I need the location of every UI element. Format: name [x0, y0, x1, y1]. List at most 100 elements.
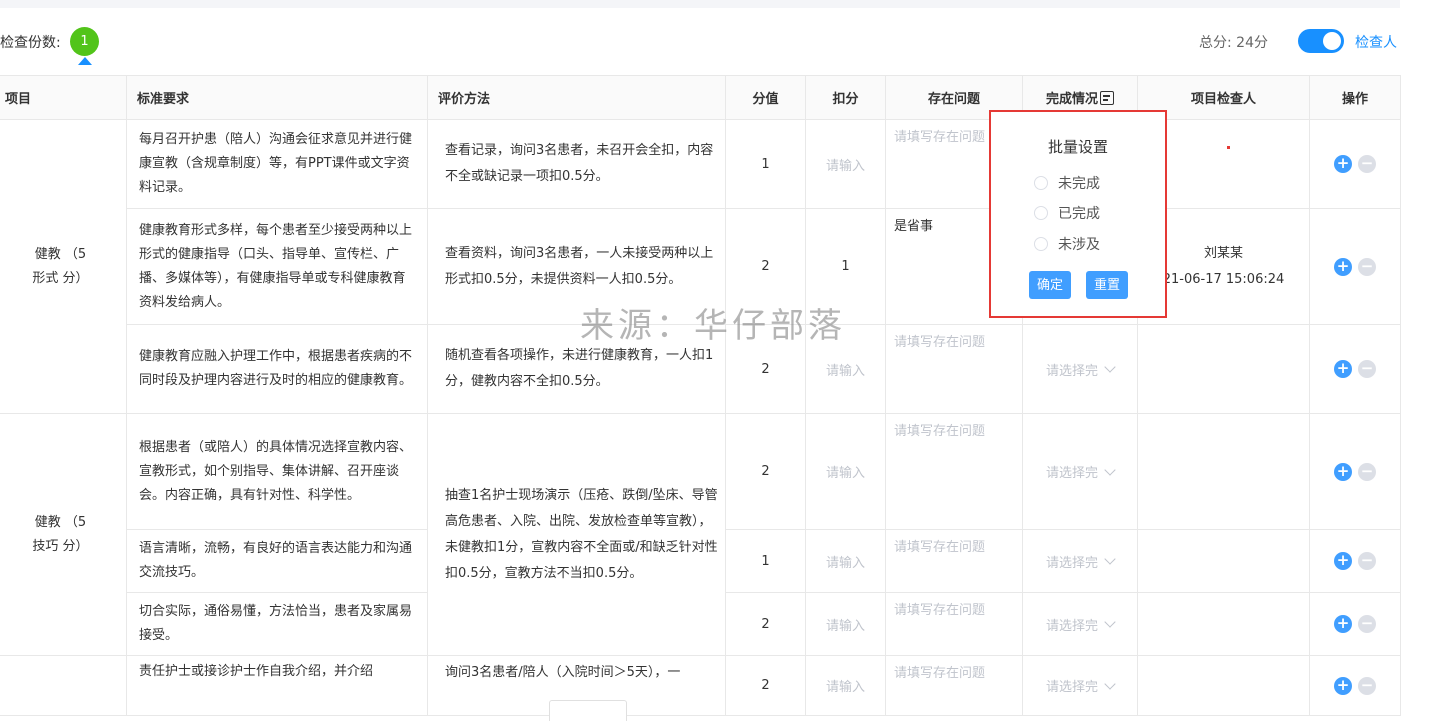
- chevron-down-icon: [1104, 616, 1116, 628]
- total-score-label: 总分: 24分: [1199, 35, 1268, 51]
- item-cell: 健教 （5 形式 分）: [0, 119, 127, 414]
- status-select-placeholder: 请选择完: [1045, 680, 1098, 695]
- issue-input[interactable]: 请填写存在问题: [885, 324, 1023, 414]
- status-select[interactable]: 请选择完: [1022, 592, 1138, 656]
- radio-option-not-applicable[interactable]: 未涉及: [1034, 234, 1100, 254]
- remove-row-icon[interactable]: −: [1358, 257, 1376, 276]
- table-row: 责任护士或接诊护士作自我介绍，并介绍 询问3名患者/陪人（入院时间＞5天），一 …: [0, 655, 1401, 716]
- deduct-input[interactable]: 请输入: [805, 592, 886, 656]
- issue-input[interactable]: 请填写存在问题: [885, 655, 1023, 716]
- method-cell: 查看资料，询问3名患者，一人未接受两种以上形式扣0.5分，未提供资料一人扣0.5…: [427, 208, 726, 325]
- radio-label: 已完成: [1058, 206, 1100, 222]
- item-label-line1: 健教 （5: [34, 246, 87, 262]
- standard-cell: 切合实际，通俗易懂，方法恰当，患者及家属易接受。: [126, 592, 428, 656]
- status-select[interactable]: 请选择完: [1022, 529, 1138, 593]
- radio-circle-icon[interactable]: [1034, 206, 1048, 220]
- deduct-input[interactable]: 请输入: [805, 119, 886, 209]
- inspector-cell: [1137, 324, 1310, 414]
- col-item: 项目: [0, 75, 127, 120]
- radio-circle-icon[interactable]: [1034, 176, 1048, 190]
- radio-option-incomplete[interactable]: 未完成: [1034, 173, 1100, 193]
- score-cell: 2: [725, 655, 806, 716]
- remove-row-icon[interactable]: −: [1358, 552, 1376, 570]
- radio-label: 未完成: [1058, 176, 1100, 192]
- chevron-down-icon: [1104, 553, 1116, 565]
- chevron-down-icon: [1104, 361, 1116, 373]
- inspection-table: 项目 标准要求 评价方法 分值 扣分 存在问题 完成情况 项目检查人 操作 健教…: [0, 75, 1401, 716]
- add-row-icon[interactable]: +: [1334, 360, 1352, 378]
- confirm-button[interactable]: 确定: [1029, 271, 1072, 299]
- status-select-placeholder: 请选择完: [1045, 618, 1098, 634]
- deduct-input[interactable]: 请输入: [805, 655, 886, 716]
- radio-label: 未涉及: [1058, 237, 1100, 253]
- col-status-label: 完成情况: [1045, 92, 1098, 107]
- table-row: 健康教育应融入护理工作中，根据患者疾病的不同时段及护理内容进行及时的相应的健康教…: [0, 324, 1401, 414]
- batch-filter-icon[interactable]: [1100, 91, 1114, 105]
- actions-cell: + −: [1309, 119, 1401, 209]
- standard-cell: 每月召开护患（陪人）沟通会征求意见并进行健康宣教（含规章制度）等，有PPT课件或…: [126, 119, 428, 209]
- item-cell: [0, 655, 127, 716]
- score-cell: 1: [725, 529, 806, 593]
- item-label-line2: 技巧 分）: [32, 538, 89, 554]
- reset-button[interactable]: 重置: [1086, 271, 1129, 299]
- radio-option-complete[interactable]: 已完成: [1034, 203, 1100, 223]
- remove-row-icon[interactable]: −: [1358, 155, 1376, 173]
- score-cell: 2: [725, 592, 806, 656]
- deduct-input[interactable]: 1: [805, 208, 886, 325]
- method-cell: 抽查1名护士现场演示（压疮、跌倒/坠床、导管高危患者、入院、出院、发放检查单等宣…: [427, 413, 726, 656]
- inspector-cell: [1137, 655, 1310, 716]
- remove-row-icon[interactable]: −: [1358, 360, 1376, 378]
- item-label-line2: 形式 分）: [32, 270, 89, 286]
- item-cell: 健教 （5 技巧 分）: [0, 413, 127, 656]
- add-row-icon[interactable]: +: [1334, 615, 1352, 633]
- col-deduct: 扣分: [805, 75, 886, 120]
- pagination-stub[interactable]: [549, 700, 627, 721]
- issue-input[interactable]: 请填写存在问题: [885, 413, 1023, 530]
- remove-row-icon[interactable]: −: [1358, 676, 1376, 695]
- deduct-input[interactable]: 请输入: [805, 413, 886, 530]
- actions-cell: + −: [1309, 529, 1401, 593]
- score-cell: 1: [725, 119, 806, 209]
- actions-cell: + −: [1309, 208, 1401, 325]
- actions-cell: + −: [1309, 413, 1401, 530]
- item-label-line1: 健教 （5: [34, 514, 87, 530]
- check-count-badge[interactable]: 1: [70, 27, 99, 56]
- deduct-input[interactable]: 请输入: [805, 324, 886, 414]
- score-cell: 2: [725, 413, 806, 530]
- add-row-icon[interactable]: +: [1334, 676, 1352, 695]
- standard-cell: 责任护士或接诊护士作自我介绍，并介绍: [126, 655, 428, 716]
- table-header-row: 项目 标准要求 评价方法 分值 扣分 存在问题 完成情况 项目检查人 操作: [0, 75, 1401, 120]
- radio-circle-icon[interactable]: [1034, 237, 1048, 251]
- chevron-down-icon: [1104, 463, 1116, 476]
- issue-input[interactable]: 请填写存在问题: [885, 529, 1023, 593]
- status-select-placeholder: 请选择完: [1045, 466, 1098, 481]
- inspector-cell: [1137, 529, 1310, 593]
- inspector-toggle[interactable]: [1298, 29, 1344, 53]
- deduct-input[interactable]: 请输入: [805, 529, 886, 593]
- add-row-icon[interactable]: +: [1334, 155, 1352, 173]
- table-row: 健教 （5 技巧 分） 根据患者（或陪人）的具体情况选择宣教内容、宣教形式，如个…: [0, 413, 1401, 656]
- popover-title: 批量设置: [1047, 138, 1108, 156]
- inspector-toggle-label: 检查人: [1355, 35, 1397, 51]
- add-row-icon[interactable]: +: [1334, 257, 1352, 276]
- actions-cell: + −: [1309, 592, 1401, 656]
- method-cell: 查看记录，询问3名患者，未召开会全扣，内容不全或缺记录一项扣0.5分。: [427, 119, 726, 209]
- status-select[interactable]: 请选择完: [1022, 324, 1138, 414]
- status-select[interactable]: 请选择完: [1022, 413, 1138, 530]
- status-select[interactable]: 请选择完: [1022, 655, 1138, 716]
- col-score: 分值: [725, 75, 806, 120]
- remove-row-icon[interactable]: −: [1358, 462, 1376, 481]
- col-actions: 操作: [1309, 75, 1401, 120]
- add-row-icon[interactable]: +: [1334, 552, 1352, 570]
- col-standard: 标准要求: [126, 75, 428, 120]
- red-dot: [1227, 146, 1230, 149]
- standard-cell: 语言清晰，流畅，有良好的语言表达能力和沟通交流技巧。: [126, 529, 428, 593]
- issue-input[interactable]: 请填写存在问题: [885, 592, 1023, 656]
- standard-cell: 健康教育应融入护理工作中，根据患者疾病的不同时段及护理内容进行及时的相应的健康教…: [126, 324, 428, 414]
- count-caret-icon: [78, 57, 92, 65]
- remove-row-icon[interactable]: −: [1358, 615, 1376, 633]
- status-select-placeholder: 请选择完: [1045, 363, 1098, 379]
- inspector-cell: [1137, 413, 1310, 530]
- add-row-icon[interactable]: +: [1334, 462, 1352, 481]
- batch-settings-popover: 批量设置 未完成 已完成 未涉及 确定 重置: [989, 110, 1167, 318]
